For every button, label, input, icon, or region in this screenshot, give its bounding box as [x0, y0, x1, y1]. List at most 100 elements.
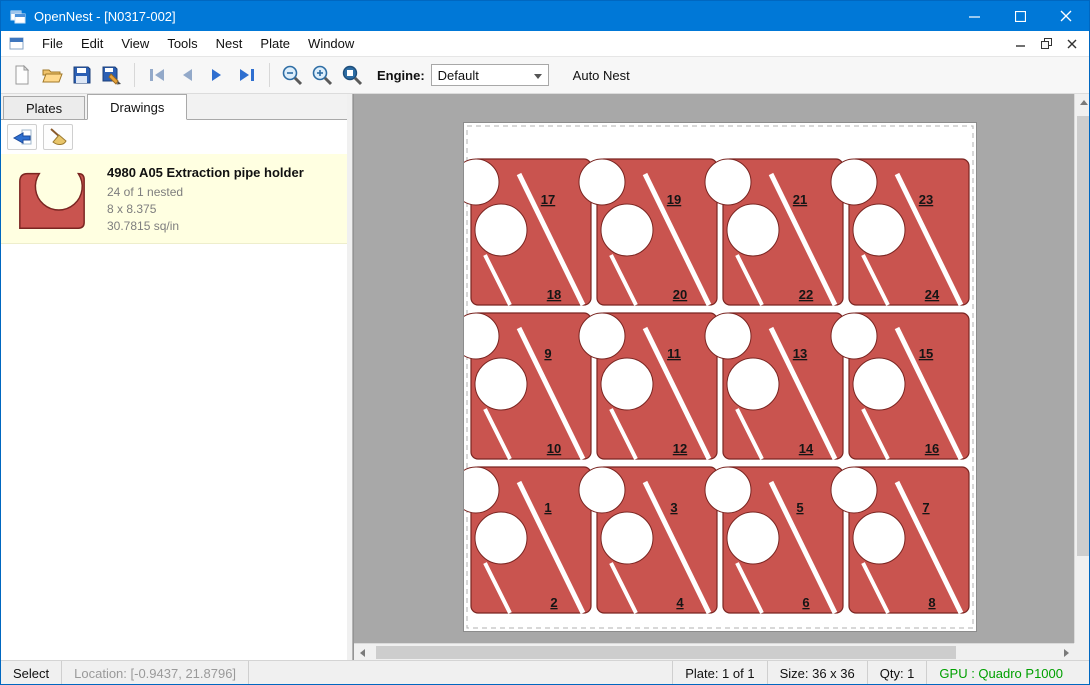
part-number[interactable]: 18	[547, 287, 561, 302]
vertical-scrollbar[interactable]	[1074, 94, 1090, 660]
zoom-fit-button[interactable]	[337, 60, 367, 90]
statusbar: Select Location: [-0.9437, 21.8796] Plat…	[1, 660, 1089, 685]
zoom-out-button[interactable]	[277, 60, 307, 90]
nav-next-button[interactable]	[202, 60, 232, 90]
nest-block[interactable]: 1920	[579, 159, 717, 305]
part-number[interactable]: 3	[670, 500, 677, 515]
menu-view[interactable]: View	[112, 32, 158, 55]
part-number[interactable]: 22	[799, 287, 813, 302]
minimize-button[interactable]	[951, 1, 997, 31]
save-edit-button[interactable]	[97, 60, 127, 90]
mdi-restore-icon[interactable]	[1033, 34, 1059, 54]
part-number[interactable]: 7	[922, 500, 929, 515]
menu-tools[interactable]: Tools	[158, 32, 206, 55]
status-size: Size: 36 x 36	[767, 661, 867, 685]
scroll-up-icon[interactable]	[1075, 94, 1090, 111]
mdi-close-icon[interactable]	[1059, 34, 1085, 54]
drawing-area: 30.7815 sq/in	[107, 218, 304, 235]
horizontal-scrollbar[interactable]	[354, 643, 1074, 660]
nest-block[interactable]: 13 14	[705, 313, 843, 459]
nest-block[interactable]: 9 10	[464, 313, 591, 459]
close-button[interactable]	[1043, 1, 1089, 31]
nest-block[interactable]: 21 22	[705, 159, 843, 305]
resize-grip[interactable]	[1075, 661, 1089, 685]
auto-nest-button[interactable]: Auto Nest	[565, 64, 638, 87]
import-part-button[interactable]	[7, 124, 37, 150]
nest-block[interactable]: 1516	[831, 313, 969, 459]
part-number[interactable]: 2	[550, 595, 557, 610]
part-cutout	[705, 467, 751, 513]
nav-prev-icon	[177, 66, 197, 84]
app-icon	[10, 8, 26, 24]
scroll-right-icon[interactable]	[1058, 644, 1074, 660]
save-button[interactable]	[67, 60, 97, 90]
nav-last-button[interactable]	[232, 60, 262, 90]
nest-block[interactable]: 78	[831, 467, 969, 613]
part-cutout	[705, 159, 751, 205]
part-number[interactable]: 14	[799, 441, 814, 456]
tab-plates[interactable]: Plates	[3, 96, 85, 119]
nav-first-button[interactable]	[142, 60, 172, 90]
part-cutout	[601, 358, 653, 410]
clean-broom-icon	[47, 127, 69, 147]
part-cutout	[831, 159, 877, 205]
drawing-nested-count: 24 of 1 nested	[107, 184, 304, 201]
part-cutout	[727, 204, 779, 256]
part-number[interactable]: 17	[541, 192, 555, 207]
open-button[interactable]	[37, 60, 67, 90]
mdi-minimize-icon[interactable]	[1007, 34, 1033, 54]
drawings-toolbar	[1, 120, 347, 154]
part-number[interactable]: 15	[919, 346, 933, 361]
drawing-list-item[interactable]: 4980 A05 Extraction pipe holder 24 of 1 …	[1, 154, 347, 244]
part-number[interactable]: 23	[919, 192, 933, 207]
engine-select[interactable]: Default	[431, 64, 549, 86]
zoom-in-button[interactable]	[307, 60, 337, 90]
part-number[interactable]: 8	[928, 595, 935, 610]
nest-canvas[interactable]: 171819202122232491011121314151612345678	[353, 94, 1074, 660]
nest-block[interactable]: 12	[464, 467, 591, 613]
maximize-button[interactable]	[997, 1, 1043, 31]
menu-file[interactable]: File	[33, 32, 72, 55]
clean-button[interactable]	[43, 124, 73, 150]
part-number[interactable]: 20	[673, 287, 687, 302]
zoom-out-icon	[281, 64, 304, 87]
nest-block[interactable]: 23 24	[831, 159, 969, 305]
nav-prev-button[interactable]	[172, 60, 202, 90]
part-number[interactable]: 21	[793, 192, 807, 207]
part-cutout	[601, 512, 653, 564]
part-number[interactable]: 12	[673, 441, 687, 456]
part-number[interactable]: 5	[796, 500, 803, 515]
part-number[interactable]: 24	[925, 287, 940, 302]
part-number[interactable]: 19	[667, 192, 681, 207]
nest-block[interactable]: 11 12	[579, 313, 717, 459]
part-number[interactable]: 11	[667, 346, 681, 361]
part-cutout	[705, 313, 751, 359]
hscroll-thumb[interactable]	[376, 646, 956, 659]
part-number[interactable]: 10	[547, 441, 561, 456]
zoom-fit-icon	[341, 64, 364, 87]
plate-parts: 171819202122232491011121314151612345678	[464, 159, 969, 613]
nest-block[interactable]: 56	[705, 467, 843, 613]
part-number[interactable]: 9	[544, 346, 551, 361]
tab-drawings[interactable]: Drawings	[87, 94, 187, 120]
menu-nest[interactable]: Nest	[207, 32, 252, 55]
scroll-left-icon[interactable]	[354, 644, 371, 660]
vscroll-thumb[interactable]	[1077, 116, 1090, 556]
part-number[interactable]: 1	[544, 500, 551, 515]
part-number[interactable]: 13	[793, 346, 807, 361]
nest-block[interactable]: 1718	[464, 159, 591, 305]
nest-block[interactable]: 34	[579, 467, 717, 613]
part-number[interactable]: 16	[925, 441, 939, 456]
drawing-size: 8 x 8.375	[107, 201, 304, 218]
new-file-button[interactable]	[7, 60, 37, 90]
part-number[interactable]: 6	[802, 595, 809, 610]
status-mode: Select	[1, 661, 62, 685]
part-number[interactable]: 4	[676, 595, 684, 610]
menu-window[interactable]: Window	[299, 32, 363, 55]
main-toolbar: Engine: Default Auto Nest	[1, 57, 1089, 94]
scrollbar-corner	[1074, 643, 1090, 660]
open-folder-icon	[41, 65, 64, 85]
menu-plate[interactable]: Plate	[251, 32, 299, 55]
part-cutout	[475, 358, 527, 410]
menu-edit[interactable]: Edit	[72, 32, 112, 55]
